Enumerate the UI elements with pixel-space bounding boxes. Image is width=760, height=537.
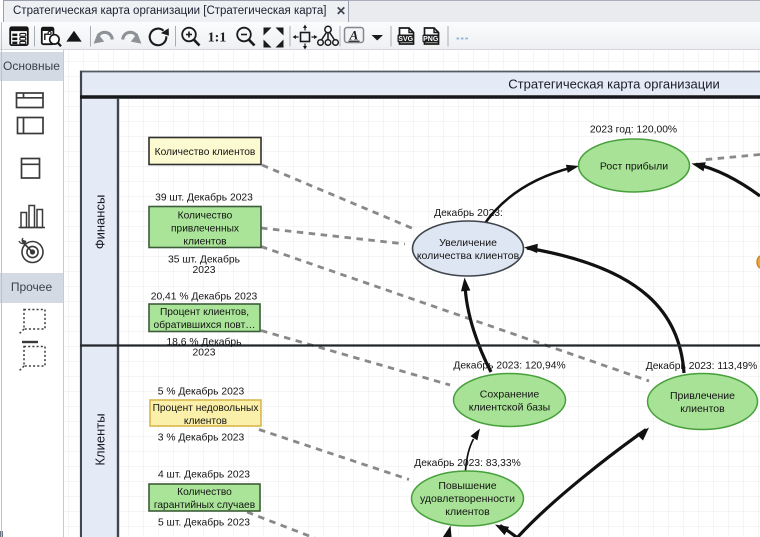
svg-text:35 шт. Декабрь: 35 шт. Декабрь (168, 254, 240, 266)
svg-text:4 шт. Декабрь 2023: 4 шт. Декабрь 2023 (158, 469, 250, 481)
svg-text:Количество: Количество (178, 211, 233, 222)
svg-text:Привлечение: Привлечение (670, 390, 735, 402)
svg-text:2023: 2023 (193, 348, 216, 359)
svg-text:Количество клиентов: Количество клиентов (155, 147, 256, 158)
svg-text:привлеченных: привлеченных (171, 224, 239, 235)
svg-text:Рост прибыли: Рост прибыли (600, 161, 668, 173)
svg-text:Сохранение: Сохранение (480, 389, 540, 401)
svg-text:гарантийных случаев: гарантийных случаев (154, 500, 255, 511)
svg-text:20,41 % Декабрь 2023: 20,41 % Декабрь 2023 (151, 291, 258, 303)
svg-text:клиентов: клиентов (184, 416, 227, 427)
svg-text:1:1: 1:1 (208, 31, 227, 46)
svg-text:PNG: PNG (423, 36, 439, 43)
svg-text:Повышение: Повышение (438, 480, 496, 492)
svg-text:5 % Декабрь 2023: 5 % Декабрь 2023 (158, 386, 245, 398)
svg-text:3 % Декабрь 2023: 3 % Декабрь 2023 (158, 432, 245, 444)
svg-text:2023: 2023 (193, 265, 216, 276)
svg-text:Стратегическая карта организац: Стратегическая карта организации (508, 77, 719, 92)
svg-text:клиентов: клиентов (680, 403, 725, 415)
svg-text:39 шт. Декабрь 2023: 39 шт. Декабрь 2023 (155, 192, 253, 204)
svg-text:Процент недовольных: Процент недовольных (153, 403, 259, 414)
svg-text:5 шт. Декабрь 2023: 5 шт. Декабрь 2023 (158, 517, 250, 529)
svg-text:Декабрь 2023: 113,49%: Декабрь 2023: 113,49% (646, 360, 758, 372)
svg-text:удовлетворенности: удовлетворенности (420, 493, 515, 505)
svg-text:A: A (349, 28, 359, 43)
svg-text:18,6 % Декабрь: 18,6 % Декабрь (166, 336, 241, 348)
svg-text:клиентской базы: клиентской базы (469, 402, 550, 414)
svg-text:количества клиентов: количества клиентов (417, 250, 520, 262)
svg-text:Финансы: Финансы (93, 195, 108, 250)
svg-text:клиентов: клиентов (445, 506, 490, 518)
svg-text:Количество: Количество (177, 487, 232, 498)
svg-text:Клиенты: Клиенты (93, 413, 108, 465)
svg-text:Декабрь 2023: 120,94%: Декабрь 2023: 120,94% (453, 360, 565, 372)
svg-text:обратившихся повт…: обратившихся повт… (154, 319, 256, 331)
svg-text:Декабрь 2023: 83,33%: Декабрь 2023: 83,33% (414, 457, 521, 469)
svg-text:Декабрь 2023:: Декабрь 2023: (434, 207, 503, 219)
svg-text:Процент клиентов,: Процент клиентов, (160, 307, 249, 318)
svg-text:SVG: SVG (398, 36, 413, 43)
svg-text:клиентов: клиентов (183, 237, 226, 248)
svg-text:Увеличение: Увеличение (439, 237, 497, 249)
svg-text:2023 год: 120,00%: 2023 год: 120,00% (590, 125, 677, 136)
